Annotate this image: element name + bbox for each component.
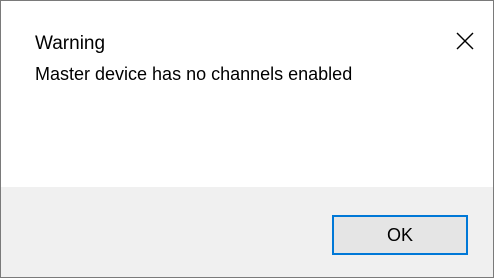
warning-dialog: Warning Master device has no channels en… xyxy=(0,0,494,278)
ok-button[interactable]: OK xyxy=(332,215,468,255)
ok-button-label: OK xyxy=(386,224,413,245)
dialog-message: Master device has no channels enabled xyxy=(35,64,353,84)
dialog-footer: OK xyxy=(1,187,493,277)
close-button[interactable] xyxy=(437,19,493,63)
dialog-title: Warning xyxy=(35,33,106,54)
close-icon xyxy=(456,32,474,50)
dialog-titlebar: Warning xyxy=(1,1,493,63)
